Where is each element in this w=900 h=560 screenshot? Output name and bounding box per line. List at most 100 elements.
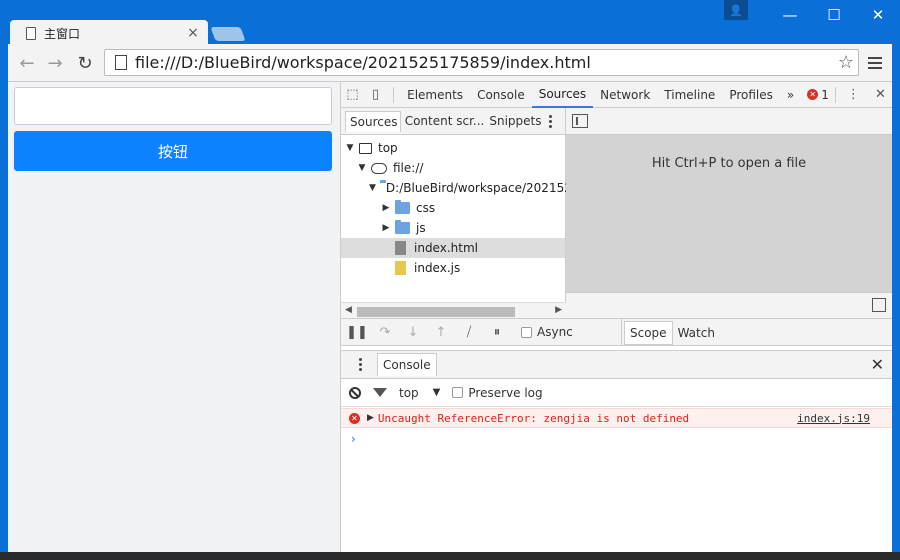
maximize-button[interactable]: ☐	[812, 0, 856, 30]
toggle-debugger-icon[interactable]	[872, 298, 886, 312]
devtools-menu-icon[interactable]: ⋮	[842, 82, 865, 108]
error-count-badge[interactable]: ✕ 1	[807, 88, 829, 102]
collapse-arrow-icon[interactable]: ▶	[381, 223, 391, 233]
tree-item-js[interactable]: ▶ js	[341, 218, 565, 238]
address-bar[interactable]: file:///D:/BlueBird/workspace/2021525175…	[104, 49, 859, 76]
expand-arrow-icon[interactable]: ▼	[357, 163, 367, 173]
error-icon: ✕	[807, 89, 819, 100]
more-tabs-button[interactable]: »	[780, 82, 801, 108]
collapse-arrow-icon[interactable]: ▶	[381, 203, 391, 213]
file-tree: ▼ top ▼ file:// ▼ D:/BlueBird/workspace/…	[341, 135, 572, 278]
tree-item-label: top	[378, 141, 398, 155]
async-label: Async	[537, 325, 573, 339]
device-mode-icon[interactable]: ▯	[364, 82, 387, 108]
tree-item-file-scheme[interactable]: ▼ file://	[341, 158, 565, 178]
tab-elements[interactable]: Elements	[400, 82, 470, 108]
tree-item-label: css	[416, 201, 436, 215]
inspect-element-icon[interactable]: ⬚	[341, 82, 364, 108]
context-selector[interactable]: top ▼	[399, 386, 440, 400]
tree-item-label: js	[416, 221, 426, 235]
browser-window: 主窗口 × 👤 — ☐ ✕ ← → ↻ file:///D:/BlueBird/…	[0, 0, 900, 560]
tab-sources[interactable]: Sources	[531, 82, 594, 108]
tree-item-index-html[interactable]: index.html	[341, 238, 565, 258]
filter-button[interactable]	[373, 388, 387, 397]
pause-icon[interactable]: ❚❚	[343, 319, 371, 345]
window-close-button[interactable]: ✕	[856, 0, 900, 30]
deactivate-breakpoints-icon[interactable]: ⧸	[455, 319, 483, 345]
async-checkbox[interactable]	[521, 326, 532, 338]
console-prompt[interactable]: ›	[341, 428, 892, 450]
source-editor: Hit Ctrl+P to open a file	[566, 108, 892, 318]
browser-toolbar: ← → ↻ file:///D:/BlueBird/workspace/2021…	[8, 44, 892, 82]
expand-arrow-icon[interactable]: ▶	[367, 413, 374, 423]
preserve-log-checkbox[interactable]	[452, 387, 464, 398]
devtools-close-button[interactable]: ✕	[869, 82, 892, 108]
tab-timeline[interactable]: Timeline	[657, 82, 722, 108]
back-button[interactable]: ←	[16, 52, 38, 74]
url-text[interactable]: file:///D:/BlueBird/workspace/2021525175…	[135, 53, 834, 72]
tab-scope[interactable]: Scope	[624, 320, 673, 345]
document-icon	[26, 26, 36, 40]
devtools-panel: ⬚ ▯ Elements Console Sources Network Tim…	[341, 82, 892, 552]
drawer-close-button[interactable]: ✕	[871, 355, 884, 374]
error-count: 1	[821, 87, 829, 102]
frame-icon	[359, 142, 372, 154]
tree-item-label: index.js	[414, 261, 461, 275]
minimize-button[interactable]: —	[768, 0, 812, 30]
error-text: Uncaught ReferenceError: zengjia is not …	[377, 411, 690, 425]
tab-content-scripts[interactable]: Content scr...	[401, 111, 486, 131]
folder-icon	[395, 220, 410, 234]
new-tab-button[interactable]	[210, 27, 246, 41]
pause-on-exceptions-icon[interactable]: ⏸	[483, 319, 511, 345]
sources-navigator: Sources Content scr... Snippets ▼ top ▼ …	[341, 108, 572, 318]
tab-console-drawer[interactable]: Console	[377, 353, 437, 376]
tab-console[interactable]: Console	[470, 82, 532, 108]
step-into-icon[interactable]: ↓	[399, 319, 427, 345]
forward-button[interactable]: →	[44, 52, 66, 74]
page-content: 按钮	[8, 82, 341, 552]
error-icon: ✕	[349, 412, 360, 424]
scrollbar-thumb[interactable]	[357, 307, 515, 317]
tree-item-workspace-folder[interactable]: ▼ D:/BlueBird/workspace/202152	[341, 178, 572, 198]
expand-arrow-icon[interactable]: ▼	[345, 143, 355, 153]
sidebar-tabs: Scope Watch	[621, 319, 720, 346]
tab-network[interactable]: Network	[593, 82, 657, 108]
context-value: top	[399, 385, 419, 400]
tab-snippets[interactable]: Snippets	[485, 111, 543, 131]
filter-icon	[373, 388, 387, 397]
scroll-right-icon[interactable]: ▶	[555, 305, 562, 315]
step-out-icon[interactable]: ↑	[427, 319, 455, 345]
async-toggle[interactable]: Async	[521, 325, 573, 339]
tab-watch[interactable]: Watch	[673, 322, 720, 344]
reload-button[interactable]: ↻	[74, 52, 96, 74]
tree-item-label: index.html	[414, 241, 478, 255]
browser-tab[interactable]: 主窗口 ×	[10, 20, 208, 46]
preserve-log-label: Preserve log	[468, 385, 543, 400]
expand-arrow-icon[interactable]: ▼	[369, 183, 376, 193]
scroll-left-icon[interactable]: ◀	[345, 305, 352, 315]
preserve-log-toggle[interactable]: Preserve log	[452, 385, 543, 400]
tree-item-index-js[interactable]: index.js	[341, 258, 565, 278]
text-input[interactable]	[14, 87, 332, 125]
tree-item-css[interactable]: ▶ css	[341, 198, 565, 218]
toggle-navigator-icon[interactable]	[572, 114, 588, 128]
step-over-icon[interactable]: ↷	[371, 319, 399, 345]
tab-close-button[interactable]: ×	[184, 25, 202, 41]
browser-menu-icon[interactable]	[866, 53, 884, 73]
bookmark-star-icon[interactable]: ☆	[834, 52, 858, 73]
console-error-message[interactable]: ✕ ▶ Uncaught ReferenceError: zengjia is …	[341, 408, 892, 428]
drawer-menu-icon[interactable]	[353, 358, 367, 371]
primary-button[interactable]: 按钮	[14, 131, 332, 171]
navigator-menu-icon[interactable]	[544, 114, 557, 128]
horizontal-scrollbar[interactable]: ◀ ▶	[341, 302, 566, 318]
tab-profiles[interactable]: Profiles	[722, 82, 780, 108]
clear-icon	[349, 386, 361, 399]
tree-item-top[interactable]: ▼ top	[341, 138, 565, 158]
tab-sources-nav[interactable]: Sources	[345, 110, 401, 132]
desktop-strip	[0, 552, 900, 560]
user-profile-icon[interactable]: 👤	[724, 0, 748, 20]
clear-console-button[interactable]	[349, 386, 361, 399]
editor-footer	[566, 292, 892, 318]
error-source-link[interactable]: index.js:19	[797, 412, 870, 425]
devtools-tabbar: ⬚ ▯ Elements Console Sources Network Tim…	[341, 82, 892, 108]
